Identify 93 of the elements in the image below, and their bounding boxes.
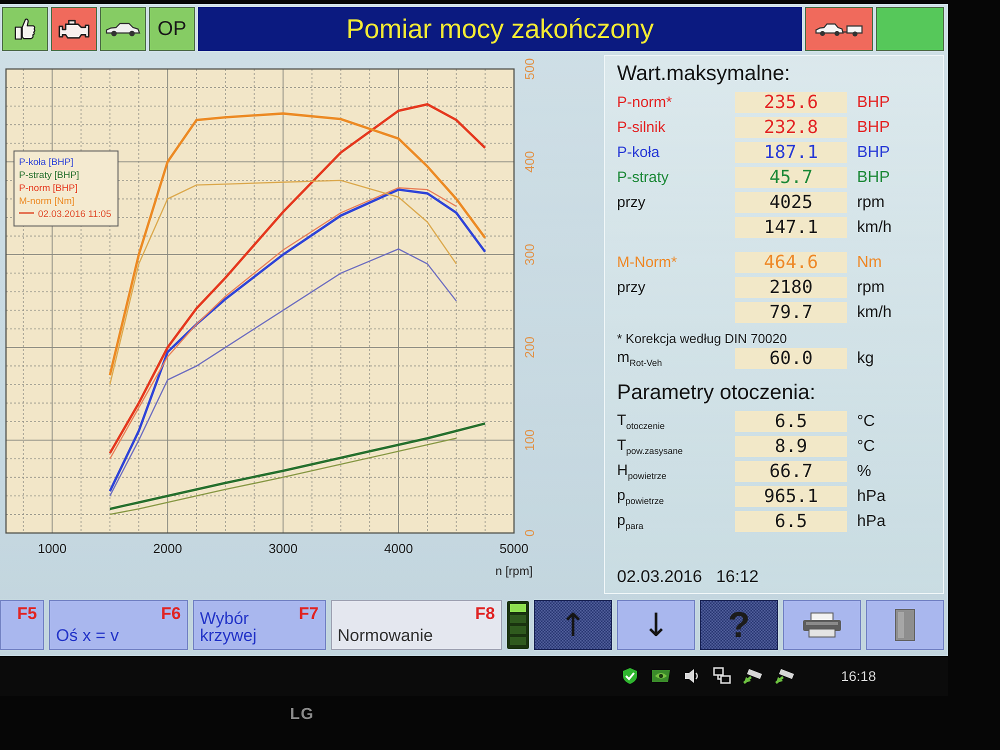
date-text: 02.03.2016 xyxy=(617,567,702,587)
thumbs-up-icon xyxy=(14,17,36,41)
value-display: 8.9 xyxy=(735,436,847,457)
legend-line-icon xyxy=(19,212,34,214)
row-label: H$_{powietrze}$ xyxy=(617,462,668,481)
value-display: 66.7 xyxy=(735,461,847,482)
value-display: 2180 xyxy=(735,277,847,298)
function-key-button[interactable]: F5 xyxy=(0,600,44,650)
value-display: 45.7 xyxy=(735,167,847,188)
axis-label: 4000 xyxy=(384,541,413,556)
unit-label: kg xyxy=(857,350,875,368)
axis-label: 300 xyxy=(522,244,537,266)
plug-icon xyxy=(742,667,763,685)
value-display: 60.0 xyxy=(735,348,847,369)
time-text: 16:12 xyxy=(716,567,759,587)
engine-icon xyxy=(58,18,90,40)
unit-label: hPa xyxy=(857,488,886,506)
row-label: przy xyxy=(617,194,646,211)
plug-icon xyxy=(774,667,795,685)
function-key-button[interactable]: Normowanie F8 xyxy=(330,600,502,650)
unit-label: % xyxy=(857,462,872,480)
axis-label: 200 xyxy=(522,336,537,358)
section-heading: Parametry otoczenia: xyxy=(617,381,816,405)
axis-label: 3000 xyxy=(268,541,298,556)
value-display: 147.1 xyxy=(735,217,847,238)
row-label: m$_{Rot-Veh}$ xyxy=(617,349,664,368)
axis-label: 400 xyxy=(522,150,537,173)
scroll-down-button[interactable]: ↓ xyxy=(616,600,695,650)
unit-label: BHP xyxy=(857,144,891,162)
value-display: 4025 xyxy=(735,192,847,213)
row-label: p$_{para}$ xyxy=(617,512,644,531)
axis-label: 500 xyxy=(522,58,537,80)
axis-title: n [rpm] xyxy=(495,564,533,578)
value-display: 187.1 xyxy=(735,142,847,163)
door-icon xyxy=(894,609,915,641)
row-label: T$_{pow.zasysane}$ xyxy=(617,437,684,456)
toolbar-button[interactable] xyxy=(100,7,146,51)
toolbar-button[interactable] xyxy=(805,7,873,51)
unit-label: rpm xyxy=(857,194,886,212)
footnote-text: * Korekcja według DIN 70020 xyxy=(617,331,788,346)
eye-logo-icon xyxy=(650,668,671,684)
section-heading: Wart.maksymalne: xyxy=(617,62,792,86)
window-title: Pomiar mocy zakończony xyxy=(198,7,802,51)
value-display: 235.6 xyxy=(735,92,847,113)
print-button[interactable] xyxy=(782,600,861,650)
brand-logo: LG xyxy=(290,706,314,724)
network-icon xyxy=(712,667,731,685)
printer-icon xyxy=(802,612,842,638)
row-label: przy xyxy=(617,279,646,296)
car-icon xyxy=(105,21,141,37)
axis-label: 0 xyxy=(522,529,537,537)
value-display: 965.1 xyxy=(735,486,847,507)
speaker-icon xyxy=(682,667,701,685)
unit-label: BHP xyxy=(857,168,891,186)
unit-label: BHP xyxy=(857,118,891,136)
unit-label: km/h xyxy=(857,304,893,322)
value-display: 464.6 xyxy=(735,252,847,273)
toolbar-button[interactable] xyxy=(2,7,48,51)
legend-label: P-straty [BHP] xyxy=(19,170,80,181)
legend-label: P-norm [BHP] xyxy=(19,183,78,194)
axis-label: 2000 xyxy=(153,541,182,556)
car-trailer-icon xyxy=(815,21,863,37)
row-label: P-norm* xyxy=(617,94,674,111)
legend-label: M-norm [Nm] xyxy=(19,196,74,207)
unit-label: Nm xyxy=(857,254,883,272)
shield-check-icon xyxy=(620,667,639,685)
unit-label: °C xyxy=(857,438,876,456)
row-label: p$_{powietrze}$ xyxy=(617,487,665,506)
axis-label: 100 xyxy=(522,429,537,452)
value-display: 79.7 xyxy=(735,302,847,323)
unit-label: BHP xyxy=(857,94,891,112)
unit-label: km/h xyxy=(857,218,893,236)
function-key-button[interactable]: Wybór krzywej F7 xyxy=(192,600,326,650)
value-display: 232.8 xyxy=(735,117,847,138)
row-label: T$_{otoczenie}$ xyxy=(617,412,666,431)
row-label: P-straty xyxy=(617,169,670,186)
axis-label: 1000 xyxy=(38,541,67,556)
exit-button[interactable] xyxy=(866,600,944,650)
value-display: 6.5 xyxy=(735,511,847,532)
unit-label: rpm xyxy=(857,278,886,296)
legend-label: P-koła [BHP] xyxy=(19,157,74,168)
row-label: M-Norm* xyxy=(617,254,678,271)
row-label: P-koła xyxy=(617,144,661,161)
legend-label: 02.03.2016 11:05 xyxy=(38,209,112,220)
function-key-button[interactable]: Oś x = v F6 xyxy=(49,600,188,650)
unit-label: hPa xyxy=(857,512,886,530)
axis-label: 5000 xyxy=(500,541,528,556)
toolbar-button[interactable] xyxy=(51,7,97,51)
unit-label: °C xyxy=(857,412,876,430)
led-meter-icon xyxy=(506,601,529,649)
clock-text: 16:18 xyxy=(840,668,876,684)
value-display: 6.5 xyxy=(735,411,847,432)
row-label: P-silnik xyxy=(617,119,666,136)
